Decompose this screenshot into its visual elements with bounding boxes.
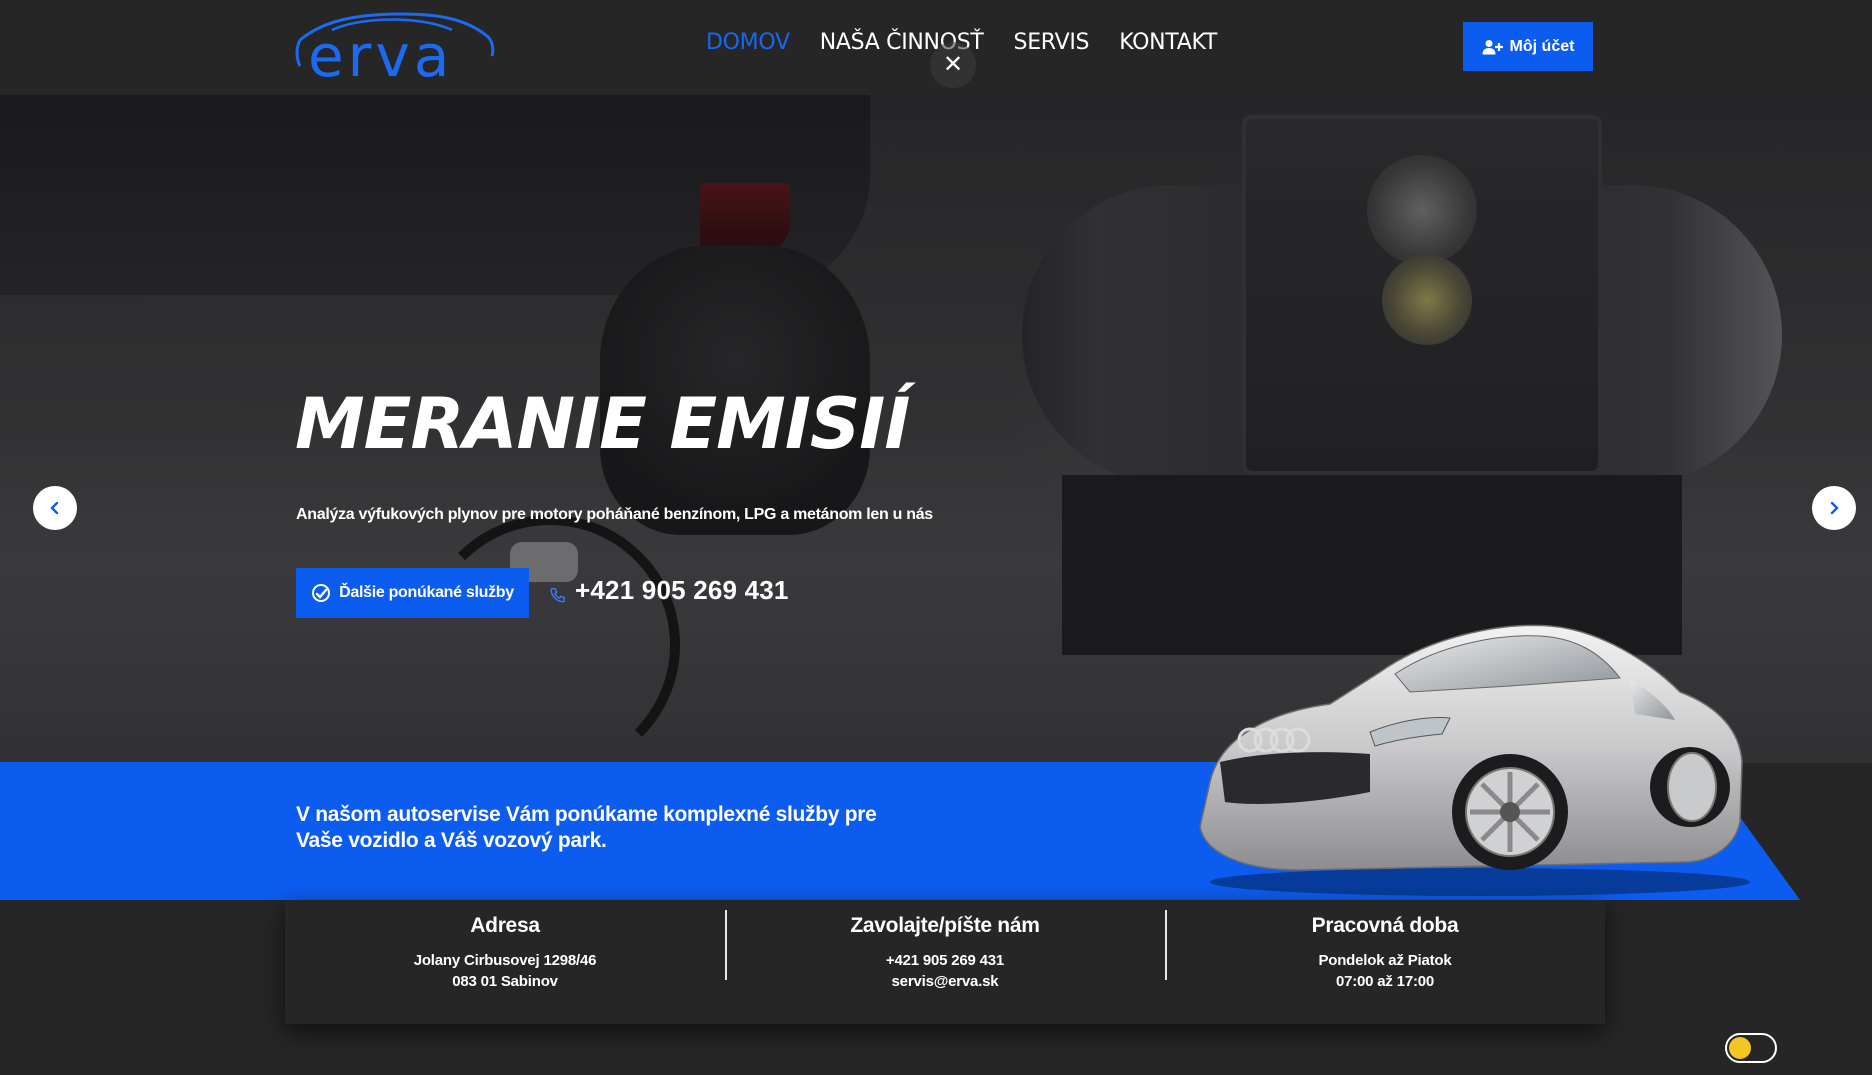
close-icon[interactable]: ✕ xyxy=(930,42,976,88)
chevron-left-icon xyxy=(50,501,59,515)
contact-info-card: Adresa Jolany Cirbusovej 1298/46 083 01 … xyxy=(285,900,1605,1024)
erva-logo-graphic: erva xyxy=(295,12,495,86)
address-street: Jolany Cirbusovej 1298/46 xyxy=(413,952,597,969)
audi-car-image xyxy=(1180,612,1750,902)
svg-text:erva: erva xyxy=(308,22,453,86)
nav-item-servis[interactable]: SERVIS xyxy=(1014,30,1090,55)
contact-title: Zavolajte/píšte nám xyxy=(850,914,1040,937)
phone-icon xyxy=(550,587,566,602)
hours-days: Pondelok až Piatok xyxy=(1318,952,1452,969)
contact-column: Zavolajte/píšte nám +421 905 269 431 ser… xyxy=(725,900,1165,1024)
page: MERANIE EMISIÍ Analýza výfukových plynov… xyxy=(0,0,1872,1075)
more-services-button[interactable]: Ďalšie ponúkané služby xyxy=(296,568,529,618)
sun-icon xyxy=(1729,1037,1751,1059)
nav-item-domov[interactable]: DOMOV xyxy=(706,30,790,55)
main-nav: DOMOV NAŠA ČINNOSŤ SERVIS KONTAKT xyxy=(706,30,1247,55)
hero-phone-number: +421 905 269 431 xyxy=(575,575,789,605)
hero-subtitle: Analýza výfukových plynov pre motory poh… xyxy=(296,506,933,523)
user-plus-icon xyxy=(1482,39,1503,54)
theme-toggle[interactable] xyxy=(1725,1033,1777,1063)
address-title: Adresa xyxy=(470,914,540,937)
hours-time: 07:00 až 17:00 xyxy=(1335,973,1435,990)
hours-column: Pracovná doba Pondelok až Piatok 07:00 a… xyxy=(1165,900,1605,1024)
address-city: 083 01 Sabinov xyxy=(452,973,558,990)
hero-phone-link[interactable]: +421 905 269 431 xyxy=(549,575,789,606)
hours-title: Pracovná doba xyxy=(1311,914,1459,937)
contact-email[interactable]: servis@erva.sk xyxy=(725,971,1165,992)
my-account-label: Môj účet xyxy=(1509,37,1575,55)
more-services-label: Ďalšie ponúkané služby xyxy=(339,584,514,601)
address-column: Adresa Jolany Cirbusovej 1298/46 083 01 … xyxy=(285,900,725,1024)
promo-text: V našom autoservise Vám ponúkame komplex… xyxy=(296,803,877,852)
chevron-right-icon xyxy=(1830,501,1839,515)
hero-title: MERANIE EMISIÍ xyxy=(295,383,910,465)
erva-logo[interactable]: erva xyxy=(292,8,496,86)
my-account-button[interactable]: Môj účet xyxy=(1463,22,1593,71)
contact-phone[interactable]: +421 905 269 431 xyxy=(725,950,1165,971)
slider-prev-button[interactable] xyxy=(33,486,77,530)
car-wrench-icon xyxy=(312,584,331,602)
slider-next-button[interactable] xyxy=(1812,486,1856,530)
nav-item-kontakt[interactable]: KONTAKT xyxy=(1119,30,1217,55)
